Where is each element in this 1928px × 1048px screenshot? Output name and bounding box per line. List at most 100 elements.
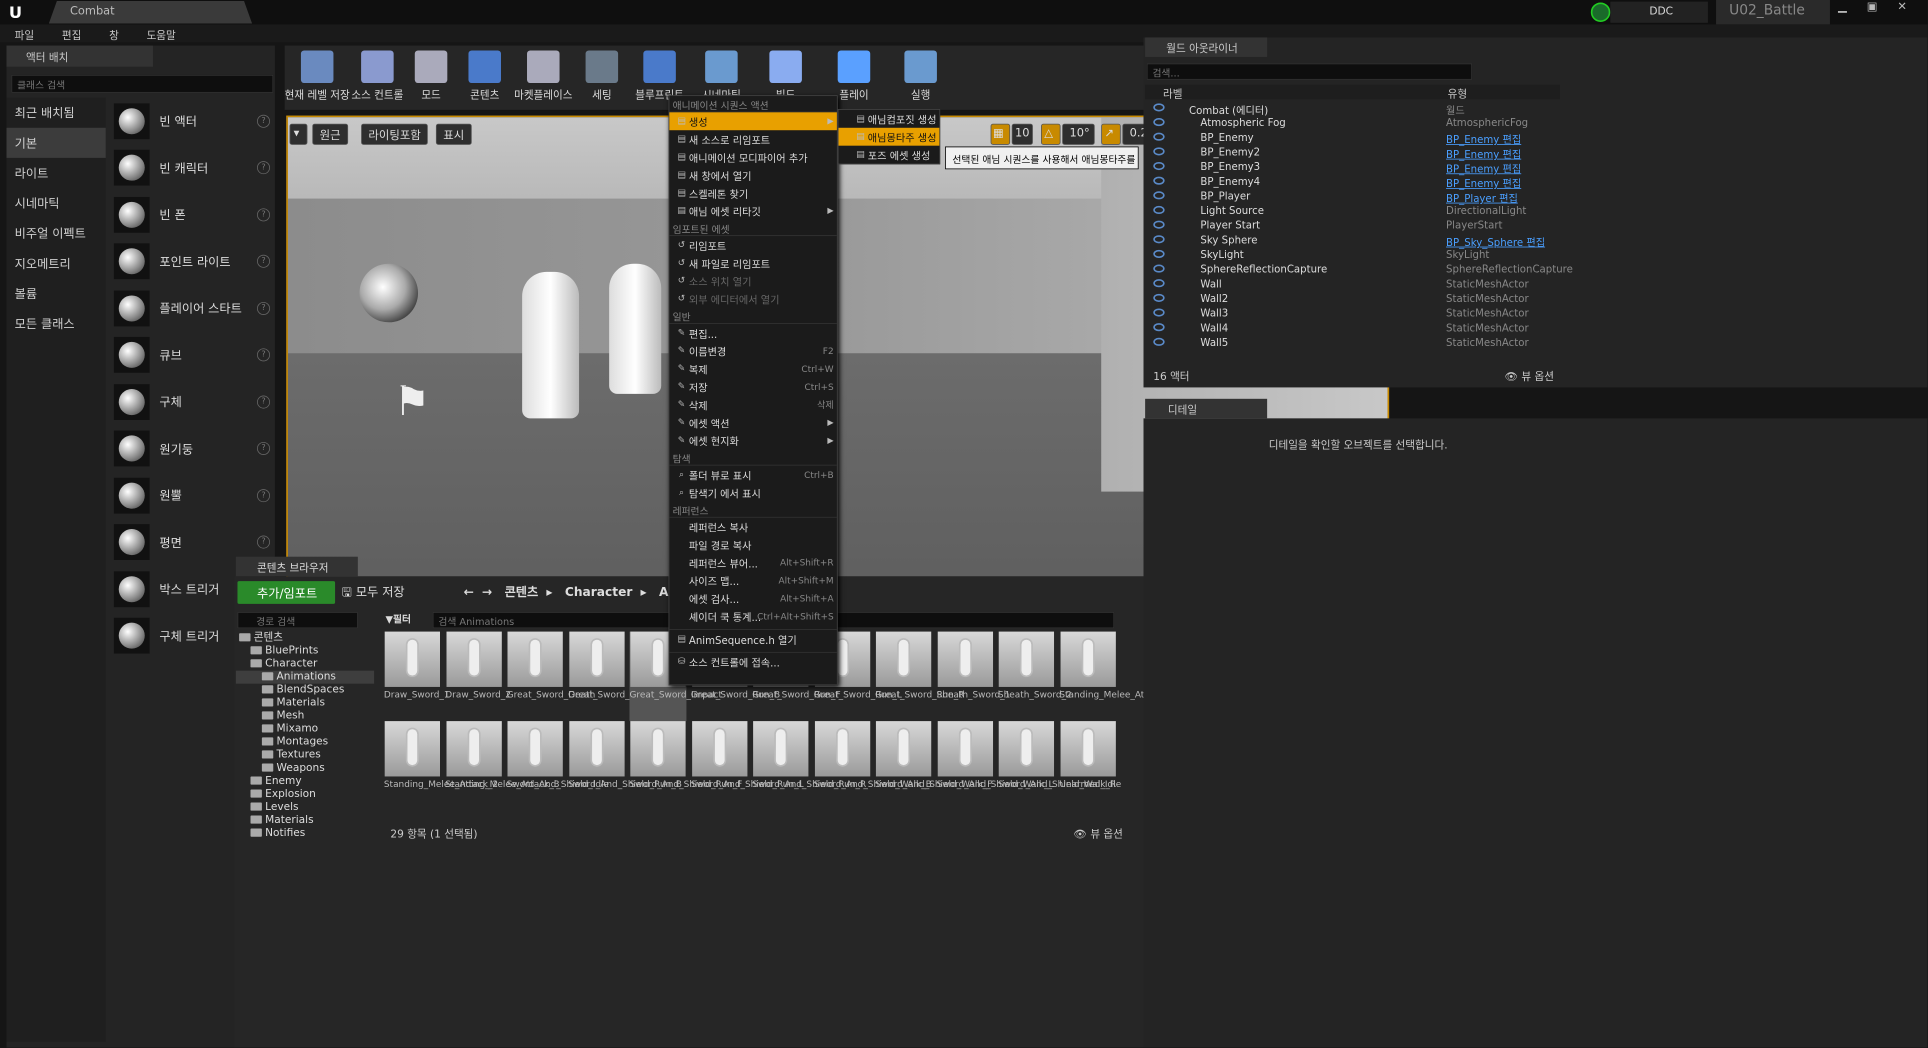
context-menu-item[interactable]: ↺ 새 파일로 리임포트 — [669, 254, 837, 272]
toolbar-button[interactable]: 소스 컨트롤 — [351, 46, 403, 111]
outliner-view-options[interactable]: 👁 뷰 옵션 — [1505, 368, 1554, 383]
context-menu-item[interactable]: ⛁ 소스 컨트롤에 접속... — [669, 653, 837, 671]
context-menu-item[interactable]: 파일 경로 복사 — [669, 536, 837, 554]
context-menu-item[interactable]: 에셋 검사... Alt+Shift+A — [669, 589, 837, 607]
folder-tree-item[interactable]: Notifies — [236, 827, 374, 840]
folder-tree-item[interactable]: Materials — [236, 697, 374, 710]
context-menu-item[interactable]: ✎ 삭제 삭제 — [669, 396, 837, 414]
asset-tile[interactable]: Sword_And_Shield_Run_B — [568, 721, 682, 811]
category-geometry[interactable]: 지오메트리 — [7, 248, 106, 278]
toolbar-button[interactable]: 마켓플레이스 — [512, 46, 574, 111]
level-tab[interactable]: Combat — [48, 0, 253, 24]
context-menu-item[interactable]: ▤ 새 창에서 열기 — [669, 166, 837, 184]
lit-button[interactable]: 라이팅포함 — [361, 123, 429, 145]
visibility-eye-icon[interactable] — [1153, 337, 1165, 346]
category-cinematic[interactable]: 시네마틱 — [7, 188, 106, 218]
context-menu-item[interactable]: ▤ 애니메이션 모디파이어 추가 — [669, 148, 837, 166]
minimize-icon[interactable]: ▁ — [1838, 0, 1847, 13]
folder-tree-item[interactable]: 콘텐츠 — [236, 632, 374, 645]
grid-snap-icon[interactable]: ▦ — [990, 123, 1011, 145]
maximize-icon[interactable]: ▣ — [1867, 0, 1878, 13]
visibility-eye-icon[interactable] — [1153, 132, 1165, 141]
help-icon[interactable]: ? — [257, 442, 271, 456]
visibility-eye-icon[interactable] — [1153, 293, 1165, 302]
ddc-indicator[interactable]: DDC — [1610, 1, 1708, 23]
actor-item[interactable]: 빈 액터? — [109, 98, 275, 145]
category-recent[interactable]: 최근 배치됨 — [7, 98, 106, 128]
toolbar-button[interactable]: 실행 — [888, 46, 953, 111]
asset-tile[interactable]: Sheath_Sword_1 — [937, 631, 1010, 722]
outliner-row[interactable]: Sky Sphere BP_Sky_Sphere 편집 — [1145, 233, 1560, 248]
help-icon[interactable]: ? — [257, 395, 271, 409]
folder-tree-item[interactable]: Montages — [236, 736, 374, 749]
content-view-options[interactable]: 👁 뷰 옵션 — [1074, 825, 1123, 841]
visibility-eye-icon[interactable] — [1153, 249, 1165, 259]
place-actors-tab[interactable]: 액터 배치 — [6, 45, 153, 67]
toolbar-button[interactable]: 현재 레벨 저장 — [285, 46, 350, 111]
sphere-reflection-capture[interactable] — [359, 263, 419, 323]
type-column[interactable]: 유형 — [1448, 85, 1467, 101]
context-menu-item[interactable]: ▤ AnimSequence.h 열기 — [669, 630, 837, 648]
filter-button[interactable]: ▼필터 — [386, 612, 428, 628]
asset-tile[interactable]: Standing_Melee_Attack_2 — [384, 721, 498, 811]
help-icon[interactable]: ? — [257, 208, 271, 222]
asset-tile[interactable]: Sword_And_Shield_Run_L — [691, 721, 804, 811]
enemy-character[interactable] — [609, 263, 662, 394]
label-column[interactable]: 라벨 — [1163, 85, 1182, 101]
asset-tile[interactable]: Sword_And_Shield_Walk_L — [937, 721, 1053, 811]
context-menu-item[interactable]: ✎ 에셋 액션 ▶ — [669, 413, 837, 431]
player-start-icon[interactable]: ⚑ — [394, 378, 443, 427]
folder-tree-item[interactable]: Enemy — [236, 775, 374, 788]
asset-tile[interactable]: Great_Sword_Death — [507, 631, 595, 722]
outliner-row[interactable]: Wall2 StaticMeshActor — [1145, 291, 1560, 306]
add-import-button[interactable]: 추가/임포트 — [237, 581, 336, 604]
category-lights[interactable]: 라이트 — [7, 158, 106, 188]
asset-tile[interactable]: Standing_Melee_Attack_1 — [1059, 631, 1174, 722]
folder-tree-item[interactable]: Animations — [235, 670, 375, 684]
actor-item[interactable]: 원뿔? — [109, 472, 275, 519]
show-button[interactable]: 표시 — [435, 123, 472, 145]
visibility-eye-icon[interactable] — [1153, 176, 1165, 185]
outliner-row[interactable]: SkyLight SkyLight — [1145, 247, 1560, 262]
folder-tree-item[interactable]: Character — [236, 658, 374, 671]
breadcrumb-content[interactable]: 콘텐츠 — [505, 584, 539, 599]
asset-tile[interactable]: Sword_And_Shield_Walk_B — [814, 721, 932, 811]
toolbar-button[interactable]: 콘텐츠 — [459, 46, 511, 111]
breadcrumb-character[interactable]: Character — [565, 584, 632, 599]
visibility-eye-icon[interactable] — [1153, 264, 1165, 273]
category-volumes[interactable]: 볼륨 — [7, 278, 106, 308]
outliner-row[interactable]: BP_Enemy2 BP_Enemy 편집 — [1145, 145, 1560, 160]
create-pose-asset[interactable]: ▤ 포즈 에셋 생성 — [839, 146, 940, 164]
close-icon[interactable]: ✕ — [1897, 0, 1907, 13]
help-icon[interactable]: ? — [257, 114, 271, 128]
context-menu-item[interactable]: ✎ 저장 Ctrl+S — [669, 378, 837, 396]
asset-tile[interactable]: Sword_And_Shield_Run_R — [752, 721, 866, 811]
asset-tile[interactable]: Sheath_Sword_2 — [998, 631, 1072, 722]
actor-item[interactable]: 원기둥? — [109, 425, 275, 472]
asset-tile[interactable]: Unarmed_Idle — [1059, 721, 1121, 811]
asset-tile[interactable]: Sword_And_Shield_Walk_R — [998, 721, 1116, 811]
outliner-row[interactable]: Combat (에디터) 월드 — [1145, 101, 1560, 116]
menu-help[interactable]: 도움말 — [147, 27, 176, 42]
unreal-logo-icon[interactable]: U — [5, 2, 26, 23]
outliner-row[interactable]: BP_Enemy3 BP_Enemy 편집 — [1145, 160, 1560, 175]
asset-tile[interactable]: Great_Sword_Idle — [568, 631, 646, 722]
context-menu-item[interactable]: 셰이더 쿡 통계... Ctrl+Alt+Shift+S — [669, 607, 837, 625]
path-search-input[interactable]: 경로 검색 — [237, 612, 358, 629]
folder-tree-item[interactable]: Explosion — [236, 788, 374, 801]
asset-tile[interactable]: Sword_And_Shield_Walk_F — [875, 721, 992, 811]
outliner-row[interactable]: Wall4 StaticMeshActor — [1145, 321, 1560, 336]
folder-tree-item[interactable]: Weapons — [236, 762, 374, 775]
outliner-row[interactable]: SphereReflectionCapture SphereReflectionC… — [1145, 262, 1573, 277]
viewport-options-icon[interactable]: ▾ — [289, 123, 308, 145]
context-menu-item[interactable]: ⌕ 탐색기 에서 표시 — [669, 483, 837, 501]
visibility-eye-icon[interactable] — [1153, 308, 1165, 317]
context-menu-item[interactable]: 레퍼런스 뷰어... Alt+Shift+R — [669, 553, 837, 571]
category-basic[interactable]: 기본 — [6, 127, 106, 158]
help-icon[interactable]: ? — [257, 535, 271, 549]
create-anim-composite[interactable]: ▤ 애님컴포짓 생성 — [839, 110, 940, 128]
toolbar-button[interactable]: 세팅 — [576, 46, 628, 111]
outliner-row[interactable]: BP_Enemy BP_Enemy 편집 — [1145, 130, 1560, 146]
back-icon[interactable]: ← — [464, 584, 474, 599]
grid-snap-value[interactable]: 10 — [1011, 123, 1033, 145]
